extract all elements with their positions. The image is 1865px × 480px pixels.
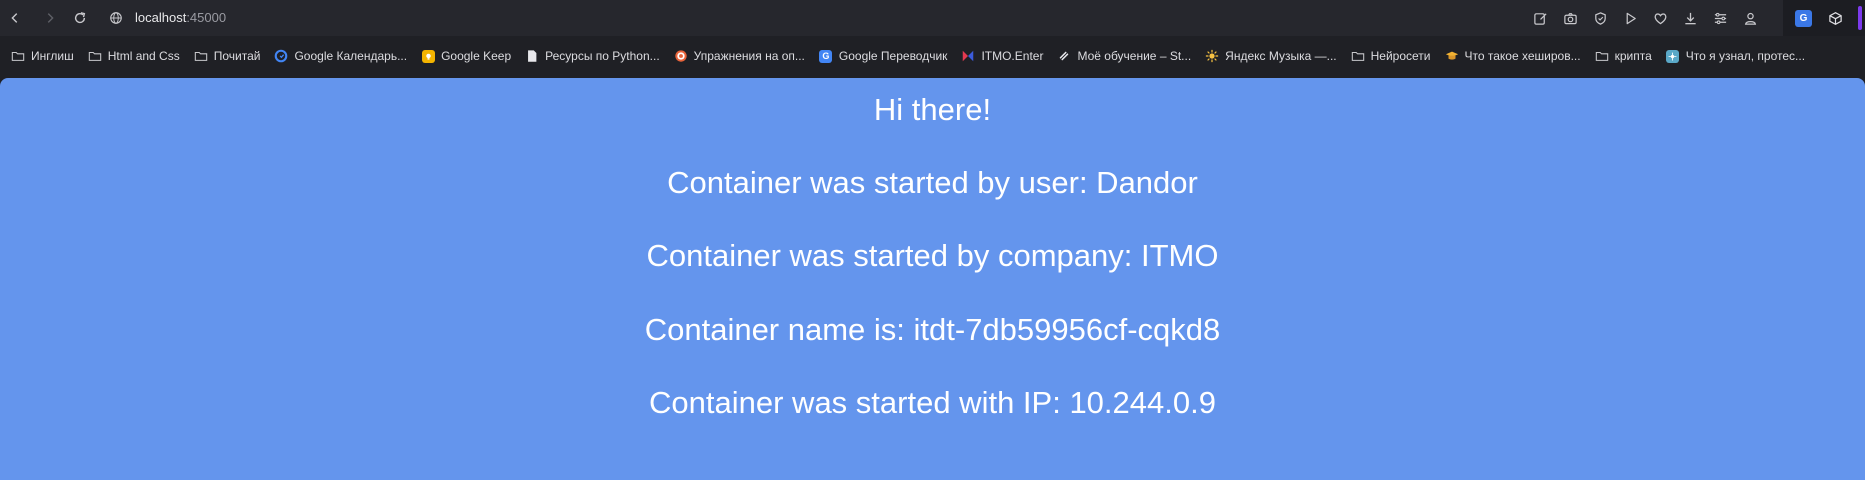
bookmark-item[interactable]: G Google Переводчик — [819, 49, 948, 63]
bookmark-item[interactable]: Упражнения на оп... — [674, 49, 805, 63]
folder-icon — [88, 49, 102, 63]
bookmark-label: Моё обучение – St... — [1077, 49, 1192, 63]
bookmark-label: крипта — [1614, 49, 1652, 63]
chevron-right-icon — [47, 13, 54, 23]
target-icon — [674, 49, 688, 63]
sidebar-toggle[interactable] — [1858, 6, 1862, 30]
reload-button[interactable] — [69, 7, 91, 29]
container-name-text: Container name is: itdt-7db59956cf-cqkd8 — [644, 312, 1221, 347]
address-bar[interactable]: localhost:45000 — [135, 9, 226, 27]
toolbar-actions — [1530, 0, 1760, 36]
graduation-cap-icon — [1445, 49, 1459, 63]
google-calendar-icon — [274, 49, 288, 63]
google-keep-icon — [421, 49, 435, 63]
google-translate-icon: G — [819, 49, 833, 63]
browser-toolbar: localhost:45000 G — [0, 0, 1865, 36]
cube-extension-icon[interactable] — [1826, 9, 1844, 27]
page-content: Hi there! Container was started by user:… — [0, 78, 1865, 480]
folder-icon — [194, 49, 208, 63]
bookmark-item[interactable]: ITMO.Enter — [961, 49, 1043, 63]
bookmark-label: ITMO.Enter — [981, 49, 1044, 63]
site-info-button[interactable] — [105, 7, 127, 29]
bookmark-item[interactable]: Моё обучение – St... — [1057, 49, 1191, 63]
greeting-text: Hi there! — [873, 92, 992, 127]
edit-icon[interactable] — [1530, 8, 1550, 28]
bookmark-item[interactable]: Почитай — [194, 49, 261, 63]
bookmark-label: Html and Css — [107, 49, 180, 63]
bookmark-item[interactable]: крипта — [1595, 49, 1652, 63]
itmo-icon — [961, 49, 975, 63]
bookmark-item[interactable]: Ресурсы по Python... — [525, 49, 660, 63]
bookmark-item[interactable]: Что я узнал, протес... — [1666, 49, 1805, 63]
bookmark-item[interactable]: Нейросети — [1351, 49, 1431, 63]
bookmark-label: Яндекс Музыка —... — [1225, 49, 1337, 63]
folder-icon — [11, 49, 25, 63]
bookmark-item[interactable]: Что такое хеширов... — [1445, 49, 1581, 63]
back-button[interactable] — [4, 7, 26, 29]
download-icon[interactable] — [1680, 8, 1700, 28]
forward-button[interactable] — [39, 7, 61, 29]
bookmark-label: Инглиш — [31, 49, 74, 63]
globe-icon — [110, 12, 122, 24]
company-info-text: Container was started by company: ITMO — [646, 238, 1219, 273]
bookmark-item[interactable]: Яндекс Музыка —... — [1205, 49, 1337, 63]
url-host: localhost — [135, 10, 187, 25]
folder-icon — [1351, 49, 1365, 63]
bookmark-item[interactable]: Html and Css — [88, 49, 180, 63]
heart-icon[interactable] — [1650, 8, 1670, 28]
camera-icon[interactable] — [1560, 8, 1580, 28]
bookmark-item[interactable]: Инглиш — [11, 49, 74, 63]
reload-icon — [74, 12, 86, 24]
shield-icon[interactable] — [1590, 8, 1610, 28]
bookmark-label: Google Переводчик — [838, 49, 948, 63]
bookmark-item[interactable]: Google Календарь... — [274, 49, 407, 63]
folder-icon — [1595, 49, 1609, 63]
bookmark-label: Почитай — [213, 49, 261, 63]
bookmark-label: Ресурсы по Python... — [545, 49, 660, 63]
yandex-music-icon — [1205, 49, 1219, 63]
bookmark-item[interactable]: Google Keep — [421, 49, 511, 63]
list-settings-icon[interactable] — [1710, 8, 1730, 28]
play-icon[interactable] — [1620, 8, 1640, 28]
bookmark-label: Google Календарь... — [294, 49, 408, 63]
bookmark-label: Google Keep — [441, 49, 512, 63]
bookmark-label: Нейросети — [1370, 49, 1431, 63]
user-info-text: Container was started by user: Dandor — [667, 165, 1198, 200]
url-port: :45000 — [186, 10, 227, 25]
translate-extension-icon[interactable]: G — [1795, 9, 1812, 27]
stepik-icon — [1057, 49, 1071, 63]
bookmarks-bar: Инглиш Html and Css Почитай Google Кален… — [0, 36, 1865, 76]
document-icon — [525, 49, 539, 63]
article-icon — [1666, 49, 1680, 63]
chevron-left-icon — [11, 13, 18, 23]
container-ip-text: Container was started with IP: 10.244.0.… — [649, 385, 1216, 420]
bookmark-label: Что такое хеширов... — [1464, 49, 1581, 63]
profile-icon[interactable] — [1740, 8, 1760, 28]
bookmark-label: Что я узнал, протес... — [1685, 49, 1806, 63]
extensions-area: G — [1783, 0, 1865, 36]
bookmark-label: Упражнения на оп... — [693, 49, 805, 63]
